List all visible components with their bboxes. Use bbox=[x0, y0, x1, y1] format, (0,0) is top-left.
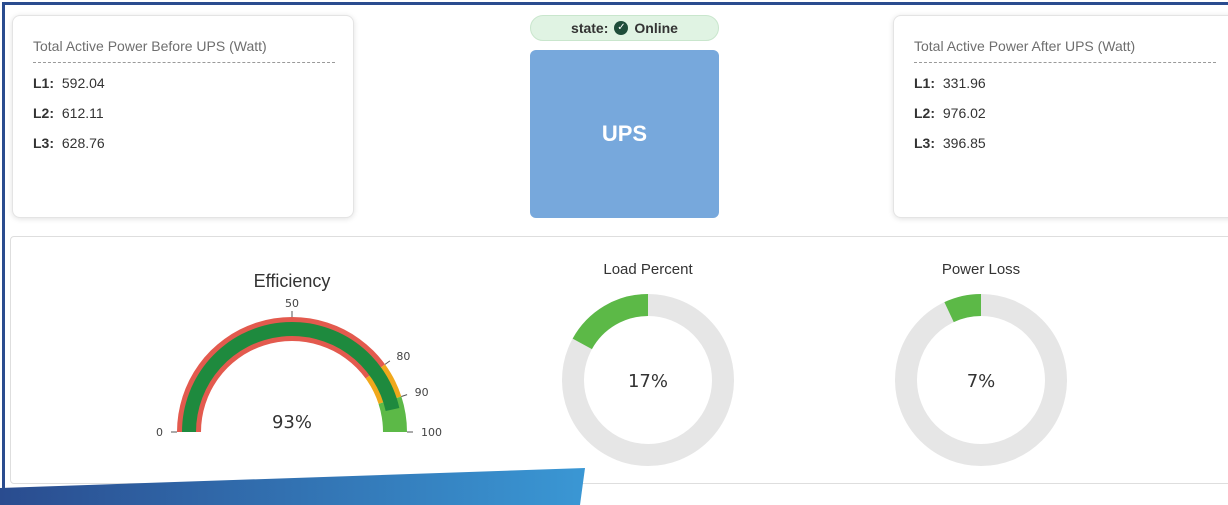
load-percent-donut: 17% bbox=[562, 294, 734, 466]
donut-value-arc bbox=[572, 294, 649, 350]
donut-value-arc bbox=[944, 294, 982, 323]
efficiency-gauge: 0 50 80 90 100 93% bbox=[156, 297, 442, 439]
gauge-tick-label: 50 bbox=[285, 297, 299, 310]
gauge-tick-label: 80 bbox=[396, 350, 410, 363]
gauge-tick-label: 90 bbox=[415, 386, 429, 399]
decorative-banner bbox=[0, 468, 585, 505]
efficiency-value: 93% bbox=[272, 412, 312, 433]
gauge-tick bbox=[384, 360, 391, 365]
power-loss-donut: 7% bbox=[895, 294, 1067, 466]
metrics-charts: 0 50 80 90 100 93% 17% 7% bbox=[156, 294, 1067, 466]
gauge-tick bbox=[401, 394, 408, 397]
donut-value-label: 17% bbox=[628, 371, 668, 392]
gauge-tick-label: 0 bbox=[156, 426, 163, 439]
donut-value-label: 7% bbox=[967, 371, 996, 392]
gauge-tick-label: 100 bbox=[421, 426, 442, 439]
